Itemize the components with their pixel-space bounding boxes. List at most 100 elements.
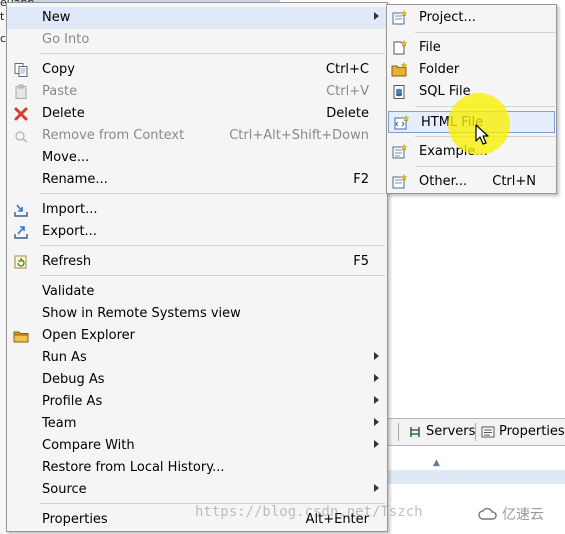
menu-item-label: Import... (42, 202, 98, 217)
menu-separator (40, 245, 385, 246)
menu-item-label: Restore from Local History... (42, 460, 225, 475)
delete-icon (14, 107, 28, 121)
submenu-arrow-icon (374, 374, 379, 382)
collapse-caret-icon[interactable]: ▲ (433, 458, 440, 468)
refresh-icon (14, 255, 27, 269)
menu-item-remove-from-context[interactable]: Remove from Context Ctrl+Alt+Shift+Down (7, 125, 387, 147)
servers-icon (410, 427, 420, 437)
tab-properties-label: Properties (499, 424, 565, 439)
menu-separator (415, 166, 555, 167)
submenu-item-label: File (419, 40, 441, 55)
new-project-icon (392, 10, 407, 25)
menu-item-copy[interactable]: Copy Ctrl+C (7, 59, 387, 81)
menu-item-import[interactable]: Import... (7, 199, 387, 221)
shortcut-label: F5 (353, 254, 369, 269)
menu-item-paste[interactable]: Paste Ctrl+V (7, 81, 387, 103)
remove-context-icon (15, 131, 28, 143)
menu-item-validate[interactable]: Validate (7, 281, 387, 303)
menu-item-label: Show in Remote Systems view (42, 306, 241, 321)
menu-item-label: Refresh (42, 254, 92, 269)
shortcut-label: Ctrl+C (325, 62, 369, 77)
other-wizard-icon (392, 174, 407, 189)
menu-item-label: Remove from Context (42, 128, 185, 143)
new-file-icon (393, 40, 407, 55)
submenu-item-label: Folder (419, 62, 460, 77)
example-icon (392, 144, 407, 159)
menu-separator (40, 53, 385, 54)
import-icon (14, 204, 28, 217)
submenu-arrow-icon (374, 396, 379, 404)
menu-item-label: Rename... (42, 172, 108, 187)
shortcut-label: Ctrl+N (492, 174, 536, 189)
menu-separator (40, 275, 385, 276)
menu-item-go-into[interactable]: Go Into (7, 29, 387, 51)
shortcut-label: Delete (326, 106, 369, 121)
menu-item-profile-as[interactable]: Profile As (7, 391, 387, 413)
copy-icon (14, 63, 28, 77)
menu-item-label: Go Into (42, 32, 90, 47)
menu-item-label: Debug As (42, 372, 105, 387)
submenu-arrow-icon (374, 418, 379, 426)
menu-item-refresh[interactable]: Refresh F5 (7, 251, 387, 273)
submenu-item-label: Other... (419, 174, 468, 189)
menu-item-label: Open Explorer (42, 328, 135, 343)
brand-cloud-icon (478, 507, 497, 520)
menu-item-label: Delete (42, 106, 85, 121)
watermark-brand: 亿速云 (478, 504, 544, 524)
menu-item-new[interactable]: New (7, 7, 387, 29)
menu-item-label: Source (42, 482, 87, 497)
shortcut-label: Ctrl+Alt+Shift+Down (229, 128, 369, 143)
menu-item-label: Validate (42, 284, 95, 299)
submenu-arrow-icon (374, 352, 379, 360)
menu-item-label: Compare With (42, 438, 135, 453)
menu-item-label: Export... (42, 224, 97, 239)
menu-item-compare-with[interactable]: Compare With (7, 435, 387, 457)
menu-item-team[interactable]: Team (7, 413, 387, 435)
properties-icon (481, 426, 495, 438)
menu-item-open-explorer[interactable]: Open Explorer (7, 325, 387, 347)
tab-servers-label: Servers (426, 424, 476, 439)
menu-item-debug-as[interactable]: Debug As (7, 369, 387, 391)
submenu-item-file[interactable]: File (387, 37, 556, 59)
menu-item-delete[interactable]: Delete Delete (7, 103, 387, 125)
menu-item-rename[interactable]: Rename... F2 (7, 169, 387, 191)
menu-item-label: Profile As (42, 394, 103, 409)
sql-file-icon (393, 85, 405, 99)
submenu-arrow-icon (374, 12, 379, 20)
menu-item-run-as[interactable]: Run As (7, 347, 387, 369)
submenu-item-project[interactable]: Project... (387, 7, 556, 29)
html-file-icon (394, 115, 409, 130)
menu-item-label: Paste (42, 84, 78, 99)
submenu-arrow-icon (374, 484, 379, 492)
open-explorer-icon (13, 331, 29, 343)
menu-item-label: Move... (42, 150, 90, 165)
submenu-item-other[interactable]: Other... Ctrl+N (387, 171, 556, 193)
menu-separator (415, 32, 555, 33)
menu-item-label: Run As (42, 350, 87, 365)
watermark-url: https://blog.csdn.net/Tszch (195, 504, 423, 520)
menu-item-move[interactable]: Move... (7, 147, 387, 169)
menu-item-export[interactable]: Export... (7, 221, 387, 243)
menu-item-label: New (42, 10, 71, 25)
tree-fragment-2: t (0, 10, 5, 23)
context-menu: New Go Into Copy Ctrl+C Paste Ctrl+V Del… (6, 2, 388, 532)
shortcut-label: F2 (353, 172, 369, 187)
mouse-pointer-icon (475, 124, 489, 145)
submenu-arrow-icon (374, 440, 379, 448)
tab-servers[interactable]: Servers (408, 422, 475, 442)
bottom-view-tabs: Servers Properties (388, 418, 565, 446)
menu-item-label: Team (42, 416, 77, 431)
menu-item-label: Properties (42, 512, 108, 527)
menu-item-show-in-remote-systems[interactable]: Show in Remote Systems view (7, 303, 387, 325)
menu-item-source[interactable]: Source (7, 479, 387, 501)
tab-properties[interactable]: Properties (481, 422, 565, 442)
menu-separator (40, 193, 385, 194)
shortcut-label: Ctrl+V (326, 84, 369, 99)
export-icon (14, 226, 28, 239)
paste-icon (15, 84, 27, 99)
menu-item-label: Copy (42, 62, 75, 77)
console-header-strip (388, 470, 565, 484)
submenu-item-label: Project... (419, 10, 476, 25)
submenu-item-folder[interactable]: Folder (387, 59, 556, 81)
menu-item-restore-from-local-history[interactable]: Restore from Local History... (7, 457, 387, 479)
